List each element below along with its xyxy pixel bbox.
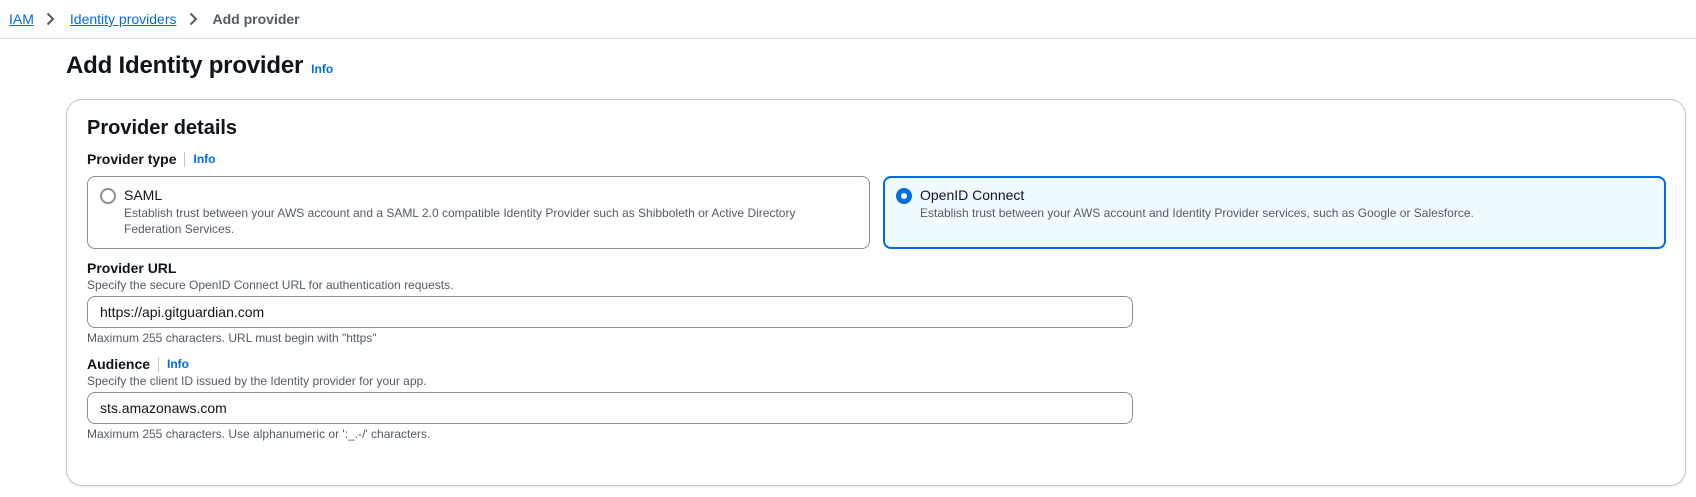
saml-description: Establish trust between your AWS account… (124, 206, 796, 236)
openid-connect-radio[interactable] (896, 188, 912, 204)
page-header: Add Identity provider Info (66, 52, 333, 80)
audience-constraint: Maximum 255 characters. Use alphanumeric… (87, 427, 431, 441)
breadcrumb: IAM Identity providers Add provider (0, 0, 1696, 39)
audience-label: Audience (87, 356, 151, 372)
provider-type-tile-saml[interactable]: SAML Establish trust between your AWS ac… (87, 176, 870, 249)
provider-url-constraint: Maximum 255 characters. URL must begin w… (87, 331, 377, 345)
provider-url-label: Provider URL (87, 260, 177, 276)
page-title: Add Identity provider (66, 52, 304, 79)
panel-title: Provider details (87, 117, 238, 139)
provider-type-info-link[interactable]: Info (193, 152, 215, 166)
chevron-right-icon (46, 12, 58, 26)
label-divider (184, 151, 186, 167)
openid-connect-description: Establish trust between your AWS account… (920, 206, 1474, 220)
provider-url-label-row: Provider URL (87, 260, 176, 276)
provider-type-label-row: Provider type Info (87, 151, 215, 167)
breadcrumb-current: Add provider (212, 11, 300, 27)
breadcrumb-link-identity-providers[interactable]: Identity providers (70, 11, 177, 27)
provider-details-panel: Provider details Provider type Info SAML… (66, 99, 1686, 486)
audience-input[interactable] (87, 392, 1133, 424)
provider-url-input[interactable] (87, 296, 1133, 328)
audience-info-link[interactable]: Info (167, 357, 189, 371)
saml-title: SAML (124, 187, 163, 203)
breadcrumb-link-iam[interactable]: IAM (9, 11, 34, 27)
provider-type-label: Provider type (87, 151, 177, 167)
label-divider (158, 356, 160, 372)
provider-url-description: Specify the secure OpenID Connect URL fo… (87, 278, 454, 292)
chevron-right-icon (189, 12, 201, 26)
audience-description: Specify the client ID issued by the Iden… (87, 374, 427, 388)
provider-type-tile-openid-connect[interactable]: OpenID Connect Establish trust between y… (883, 176, 1666, 249)
openid-connect-title: OpenID Connect (920, 187, 1025, 203)
page-info-link[interactable]: Info (311, 62, 333, 76)
saml-radio[interactable] (100, 188, 116, 204)
audience-label-row: Audience Info (87, 356, 189, 372)
